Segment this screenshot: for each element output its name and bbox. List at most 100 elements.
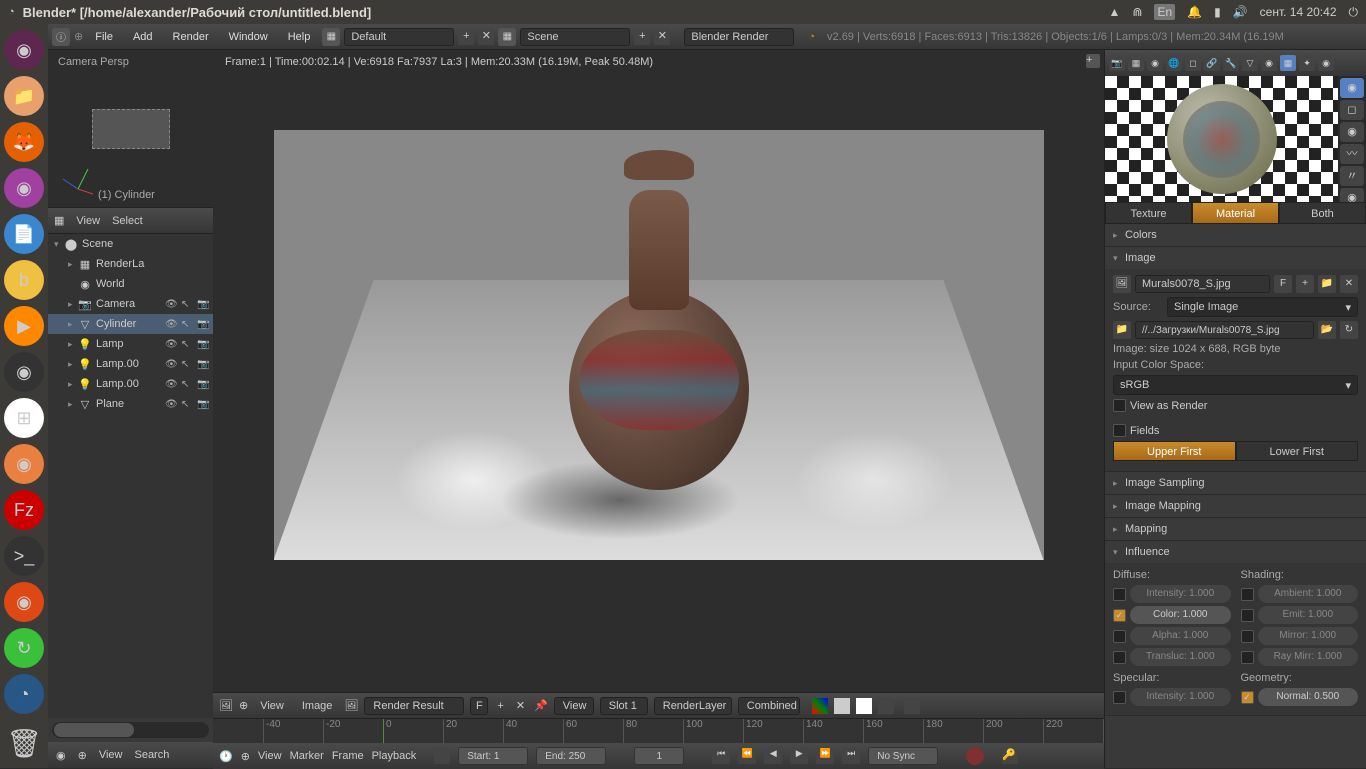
bell-icon[interactable]: 🔔	[1187, 5, 1202, 19]
cursor-icon[interactable]: ↖	[181, 299, 193, 310]
outliner-row[interactable]: ▸▦RenderLa	[48, 254, 213, 274]
files-icon[interactable]: 📁	[4, 76, 44, 116]
preview-cube-button[interactable]: ◻	[1340, 100, 1364, 120]
expand-icon[interactable]: ▸	[68, 319, 78, 330]
trash-icon[interactable]: 🗑	[4, 724, 44, 764]
filezilla-icon[interactable]: Fz	[4, 490, 44, 530]
prop-physics-icon[interactable]: ◉	[1318, 55, 1334, 71]
clock[interactable]: сент. 14 20:42	[1260, 5, 1337, 19]
channel-rgb-icon[interactable]	[834, 698, 850, 714]
3d-viewport-mini[interactable]: Camera Persp (1) Cylinder	[48, 50, 213, 208]
preview-sphere-button[interactable]: 〰	[1340, 144, 1364, 164]
outliner-row[interactable]: ▸💡Lamp👁↖📷	[48, 334, 213, 354]
shading-mirror-field[interactable]: Mirror: 1.000	[1258, 627, 1359, 645]
jump-next-keyframe-button[interactable]: ⏩	[816, 748, 834, 764]
outliner-row[interactable]: ▸▽Cylinder👁↖📷	[48, 314, 213, 334]
keying-set-icon[interactable]: 🔑	[1002, 748, 1018, 764]
menu-help[interactable]: Help	[280, 29, 319, 45]
renderlayer-field[interactable]: RenderLayer	[654, 697, 732, 715]
image-fake-user-button[interactable]: F	[1274, 275, 1292, 293]
filepath-browse-icon[interactable]: 📁	[1113, 321, 1131, 339]
diffuse-transluc-field[interactable]: Transluc: 1.000	[1130, 648, 1231, 666]
panel-mapping-header[interactable]: ▸Mapping	[1105, 518, 1366, 540]
update-icon[interactable]: ↻	[4, 628, 44, 668]
prop-scene-icon[interactable]: ◉	[1147, 55, 1163, 71]
prop-object-icon[interactable]: ◻	[1185, 55, 1201, 71]
eye-icon[interactable]: 👁	[165, 299, 177, 310]
layout-browse-icon[interactable]: ▦	[322, 28, 340, 46]
outliner-editor-icon[interactable]: ▦	[54, 214, 64, 227]
jump-start-button[interactable]: ⏮	[712, 748, 730, 764]
outliner-row[interactable]: ▸📷Camera👁↖📷	[48, 294, 213, 314]
panel-image-mapping-header[interactable]: ▸Image Mapping	[1105, 495, 1366, 517]
tab-texture[interactable]: Texture	[1105, 202, 1192, 224]
cursor-icon[interactable]: ↖	[181, 339, 193, 350]
3dview-search[interactable]: Search	[134, 749, 169, 761]
tl-frame-menu[interactable]: Frame	[332, 750, 364, 762]
layout-delete-button[interactable]: ✕	[478, 29, 494, 45]
tl-view-menu[interactable]: View	[258, 750, 282, 762]
jump-end-button[interactable]: ⏭	[842, 748, 860, 764]
outliner-row[interactable]: ▸▽Plane👁↖📷	[48, 394, 213, 414]
shading-raymirr-field[interactable]: Ray Mirr: 1.000	[1258, 648, 1359, 666]
area-corner-icon[interactable]: +	[1086, 54, 1100, 68]
menu-add[interactable]: Add	[125, 29, 161, 45]
power-icon[interactable]: ⏻	[1349, 5, 1359, 20]
terminal-icon[interactable]: >_	[4, 536, 44, 576]
3dview-editor-icon[interactable]: ◉	[56, 749, 66, 762]
render-icon[interactable]: 📷	[197, 379, 209, 390]
app-icon-3[interactable]: ⊞	[4, 398, 44, 438]
render-icon[interactable]: 📷	[197, 359, 209, 370]
timeline-editor-icon[interactable]: 🕐	[219, 750, 233, 763]
pass-field[interactable]: Combined	[738, 697, 800, 715]
cursor-icon[interactable]: ↖	[181, 379, 193, 390]
prop-render-layers-icon[interactable]: ▦	[1128, 55, 1144, 71]
upper-first-button[interactable]: Upper First	[1113, 441, 1236, 461]
outliner-row[interactable]: ▸💡Lamp.00👁↖📷	[48, 354, 213, 374]
render-icon[interactable]: 📷	[197, 319, 209, 330]
prop-modifiers-icon[interactable]: 🔧	[1223, 55, 1239, 71]
diffuse-color-field[interactable]: Color: 1.000	[1130, 606, 1231, 624]
view-as-render-checkbox[interactable]	[1113, 399, 1126, 412]
app-icon-4[interactable]: ◉	[4, 444, 44, 484]
diffuse-alpha-field[interactable]: Alpha: 1.000	[1130, 627, 1231, 645]
diffuse-intensity-field[interactable]: Intensity: 1.000	[1130, 585, 1231, 603]
specular-intensity-check[interactable]	[1113, 691, 1126, 704]
battery-icon[interactable]: ▮	[1214, 5, 1221, 19]
prop-data-icon[interactable]: ▽	[1242, 55, 1258, 71]
timeline-cursor[interactable]	[383, 719, 384, 743]
info-editor-icon[interactable]: ⓘ	[52, 28, 70, 46]
diffuse-alpha-check[interactable]	[1113, 630, 1126, 643]
tab-both[interactable]: Both	[1279, 202, 1366, 224]
3dview-menu-toggle-icon[interactable]: ⊕	[78, 749, 87, 762]
img-pin-icon[interactable]: 📌	[534, 699, 548, 712]
filepath-field[interactable]: //../Загрузки/Murals0078_S.jpg	[1135, 321, 1314, 339]
eye-icon[interactable]: 👁	[165, 319, 177, 330]
cursor-icon[interactable]: ↖	[181, 399, 193, 410]
panel-colors-header[interactable]: ▸Colors	[1105, 224, 1366, 246]
engine-field[interactable]: Blender Render	[684, 28, 794, 46]
outliner-view-menu[interactable]: View	[76, 215, 100, 227]
geometry-normal-field[interactable]: Normal: 0.500	[1258, 688, 1359, 706]
shading-ambient-field[interactable]: Ambient: 1.000	[1258, 585, 1359, 603]
prop-texture-icon[interactable]: ▦	[1280, 55, 1296, 71]
volume-icon[interactable]: 🔊	[1233, 5, 1248, 19]
channel-rgba-icon[interactable]	[812, 698, 828, 714]
preview-flat-button[interactable]: ◉	[1340, 78, 1364, 98]
tl-menu-toggle-icon[interactable]: ⊕	[241, 750, 250, 763]
firefox-icon[interactable]: 🦊	[4, 122, 44, 162]
outliner[interactable]: ▾⬤Scene▸▦RenderLa◉World▸📷Camera👁↖📷▸▽Cyli…	[48, 234, 213, 718]
dash-icon[interactable]: ◉	[4, 30, 44, 70]
3dview-view-menu[interactable]: View	[99, 749, 123, 761]
diffuse-transluc-check[interactable]	[1113, 651, 1126, 664]
panel-image-header[interactable]: ▾Image	[1105, 247, 1366, 269]
eye-icon[interactable]: 👁	[165, 399, 177, 410]
layout-field[interactable]: Default	[344, 28, 454, 46]
play-reverse-button[interactable]: ◀	[764, 748, 782, 764]
colorspace-dropdown[interactable]: sRGB▾	[1113, 375, 1358, 395]
render-icon[interactable]: 📷	[197, 299, 209, 310]
img-delete-button[interactable]: ✕	[513, 699, 528, 712]
menu-render[interactable]: Render	[165, 29, 217, 45]
fake-user-button[interactable]: F	[470, 697, 488, 715]
prop-world-icon[interactable]: 🌐	[1166, 55, 1182, 71]
